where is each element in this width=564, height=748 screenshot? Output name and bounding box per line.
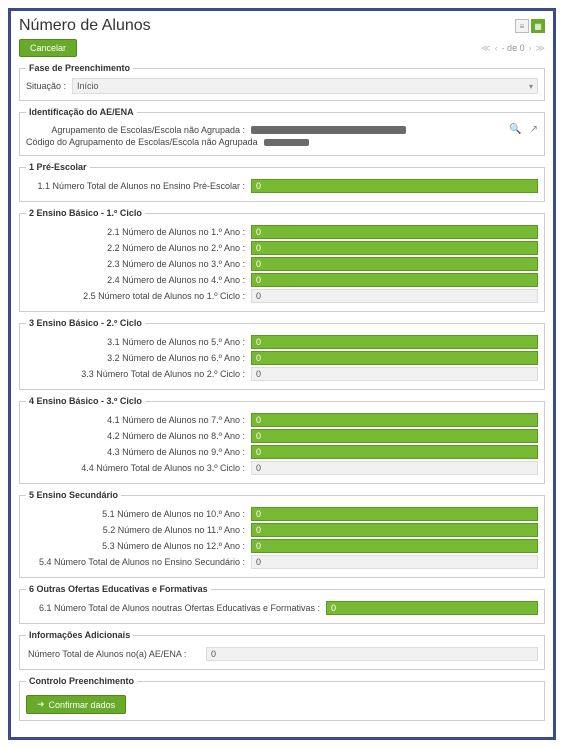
field-4-3-input[interactable]: 0 (251, 445, 538, 459)
field-5-3-label: 5.3 Número de Alunos no 12.º Ano : (26, 541, 251, 551)
field-1-1-input[interactable]: 0 (251, 179, 538, 193)
agrup-label: Agrupamento de Escolas/Escola não Agrupa… (26, 125, 251, 135)
field-4-1-label: 4.1 Número de Alunos no 7.º Ano : (26, 415, 251, 425)
page-title: Número de Alunos (19, 17, 151, 35)
codigo-value-redacted (264, 139, 309, 146)
section-ident: Identificação do AE/ENA Agrupamento de E… (19, 107, 545, 156)
section-fase: Fase de Preenchimento Situação : Início … (19, 63, 545, 101)
situacao-select[interactable]: Início ▾ (72, 78, 538, 94)
field-5-2-label: 5.2 Número de Alunos no 11.º Ano : (26, 525, 251, 535)
field-2-1-label: 2.1 Número de Alunos no 1.º Ano : (26, 227, 251, 237)
section-controlo-legend: Controlo Preenchimento (26, 676, 137, 686)
field-5-1-label: 5.1 Número de Alunos no 10.º Ano : (26, 509, 251, 519)
pager-next-icon[interactable]: › (529, 43, 532, 53)
field-3-3-label: 3.3 Número Total de Alunos no 2.º Ciclo … (26, 369, 251, 379)
field-6-1-input[interactable]: 0 (326, 601, 538, 615)
section-pre-escolar: 1 Pré-Escolar 1.1 Número Total de Alunos… (19, 162, 545, 202)
situacao-label: Situação : (26, 81, 66, 91)
view-toggle-group: ≡ ▦ (515, 19, 545, 33)
field-6-1-label: 6.1 Número Total de Alunos noutras Ofert… (26, 603, 326, 613)
field-2-4-input[interactable]: 0 (251, 273, 538, 287)
pager-prev-icon[interactable]: ‹ (495, 43, 498, 53)
codigo-label: Código do Agrupamento de Escolas/Escola … (26, 137, 258, 147)
field-5-1-input[interactable]: 0 (251, 507, 538, 521)
field-2-5-readonly: 0 (251, 289, 538, 303)
situacao-value: Início (77, 81, 99, 91)
field-2-3-input[interactable]: 0 (251, 257, 538, 271)
confirm-button-label: Confirmar dados (49, 700, 116, 710)
field-5-2-input[interactable]: 0 (251, 523, 538, 537)
section-1ciclo: 2 Ensino Básico - 1.º Ciclo 2.1 Número d… (19, 208, 545, 312)
field-2-2-label: 2.2 Número de Alunos no 2.º Ano : (26, 243, 251, 253)
field-2-3-label: 2.3 Número de Alunos no 3.º Ano : (26, 259, 251, 269)
field-4-2-input[interactable]: 0 (251, 429, 538, 443)
field-total-label: Número Total de Alunos no(a) AE/ENA : (26, 649, 206, 659)
pager-last-icon[interactable]: ≫ (536, 43, 545, 54)
field-4-2-label: 4.2 Número de Alunos no 8.º Ano : (26, 431, 251, 441)
field-4-3-label: 4.3 Número de Alunos no 9.º Ano : (26, 447, 251, 457)
field-3-1-input[interactable]: 0 (251, 335, 538, 349)
section-3ciclo: 4 Ensino Básico - 3.º Ciclo 4.1 Número d… (19, 396, 545, 484)
field-total-readonly: 0 (206, 647, 538, 661)
view-form-icon[interactable]: ▦ (531, 19, 545, 33)
section-2ciclo: 3 Ensino Básico - 2.º Ciclo 3.1 Número d… (19, 318, 545, 390)
field-2-2-input[interactable]: 0 (251, 241, 538, 255)
section-1-legend: 1 Pré-Escolar (26, 162, 90, 172)
field-3-1-label: 3.1 Número de Alunos no 5.º Ano : (26, 337, 251, 347)
section-secundario: 5 Ensino Secundário 5.1 Número de Alunos… (19, 490, 545, 578)
section-controlo: Controlo Preenchimento ➜ Confirmar dados (19, 676, 545, 721)
field-2-1-input[interactable]: 0 (251, 225, 538, 239)
field-4-4-label: 4.4 Número Total de Alunos no 3.º Ciclo … (26, 463, 251, 473)
field-4-1-input[interactable]: 0 (251, 413, 538, 427)
confirm-button[interactable]: ➜ Confirmar dados (26, 695, 126, 714)
agrup-value-redacted (251, 126, 406, 134)
cancel-button[interactable]: Cancelar (19, 39, 77, 57)
field-3-2-input[interactable]: 0 (251, 351, 538, 365)
section-fase-legend: Fase de Preenchimento (26, 63, 133, 73)
open-icon[interactable]: ↗ (530, 124, 538, 135)
chevron-down-icon: ▾ (529, 82, 533, 91)
section-2-legend: 2 Ensino Básico - 1.º Ciclo (26, 208, 145, 218)
field-4-4-readonly: 0 (251, 461, 538, 475)
section-3-legend: 3 Ensino Básico - 2.º Ciclo (26, 318, 145, 328)
field-2-5-label: 2.5 Número total de Alunos no 1.º Ciclo … (26, 291, 251, 301)
section-info: Informações Adicionais Número Total de A… (19, 630, 545, 670)
field-1-1-label: 1.1 Número Total de Alunos no Ensino Pré… (26, 181, 251, 191)
search-icon[interactable]: 🔍 (509, 124, 521, 135)
section-4-legend: 4 Ensino Básico - 3.º Ciclo (26, 396, 145, 406)
pager-text: - de 0 (502, 43, 525, 53)
pager: ≪ ‹ - de 0 › ≫ (481, 43, 545, 54)
section-5-legend: 5 Ensino Secundário (26, 490, 121, 500)
field-3-3-readonly: 0 (251, 367, 538, 381)
view-list-icon[interactable]: ≡ (515, 19, 529, 33)
arrow-right-icon: ➜ (37, 699, 45, 710)
section-ident-legend: Identificação do AE/ENA (26, 107, 137, 117)
field-2-4-label: 2.4 Número de Alunos no 4.º Ano : (26, 275, 251, 285)
pager-first-icon[interactable]: ≪ (481, 43, 490, 54)
field-5-3-input[interactable]: 0 (251, 539, 538, 553)
field-3-2-label: 3.2 Número de Alunos no 6.º Ano : (26, 353, 251, 363)
field-5-4-readonly: 0 (251, 555, 538, 569)
section-outras: 6 Outras Ofertas Educativas e Formativas… (19, 584, 545, 624)
field-5-4-label: 5.4 Número Total de Alunos no Ensino Sec… (26, 557, 251, 567)
section-6-legend: 6 Outras Ofertas Educativas e Formativas (26, 584, 211, 594)
